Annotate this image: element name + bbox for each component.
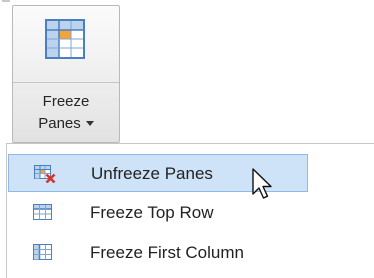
- freeze-top-row-icon: [33, 204, 52, 220]
- button-label-line2: Panes: [13, 115, 119, 133]
- button-label-line2-text: Panes: [38, 115, 81, 132]
- freeze-first-column-icon: [33, 244, 52, 260]
- menu-item-freeze-first-column[interactable]: Freeze First Column: [8, 234, 308, 272]
- mouse-pointer-icon: [252, 168, 272, 199]
- freeze-panes-ui: Freeze Panes Unfreeze Panes Freeze Top R…: [0, 0, 374, 278]
- menu-item-label: Freeze Top Row: [90, 203, 214, 222]
- freeze-panes-button[interactable]: Freeze Panes: [12, 5, 120, 143]
- ribbon-edge-mark: [2, 0, 10, 2]
- button-label-line1: Freeze: [42, 93, 90, 110]
- button-divider: [13, 82, 119, 83]
- unfreeze-panes-icon: [34, 165, 56, 183]
- freeze-panes-icon: [45, 19, 85, 59]
- menu-border-top: [6, 143, 374, 144]
- menu-item-label: Unfreeze Panes: [91, 164, 213, 183]
- dropdown-arrow-icon[interactable]: [85, 121, 94, 126]
- menu-item-label: Freeze First Column: [90, 243, 244, 262]
- menu-border-left: [6, 143, 7, 278]
